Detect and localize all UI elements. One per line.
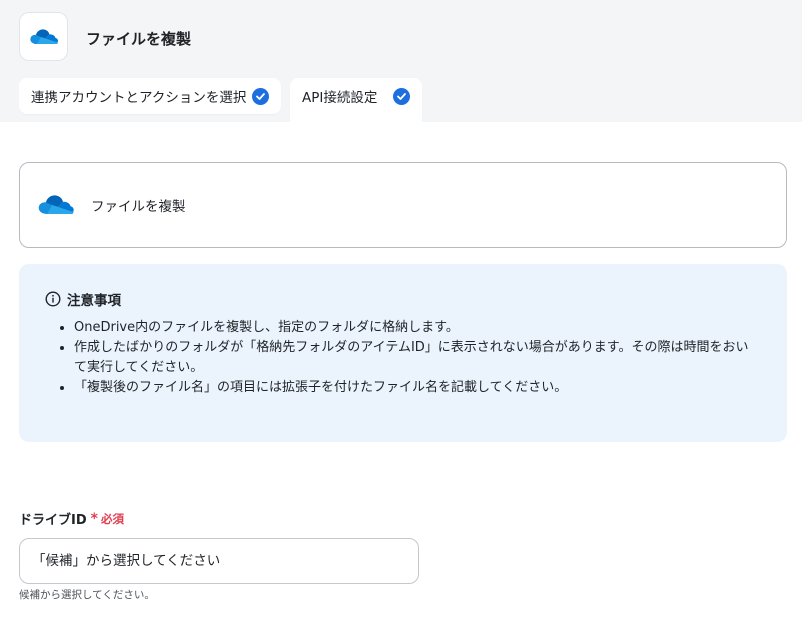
checkmark-icon [252,87,269,105]
notice-header: 注意事項 [45,289,761,309]
tab-label: 連携アカウントとアクションを選択 [31,90,247,106]
onedrive-cloud-icon [36,185,76,225]
drive-id-label: ドライブID * 必須 [19,509,124,529]
tab-label: API接続設定 [302,90,378,106]
info-icon [45,291,61,307]
notice-item: 作成したばかりのフォルダが「格納先フォルダのアイテムID」に表示されない場合があ… [74,338,761,378]
tab-account-action[interactable]: 連携アカウントとアクションを選択 [19,78,281,114]
action-label: ファイルを複製 [91,199,186,215]
drive-id-input[interactable] [19,538,419,584]
tab-api-settings[interactable]: API接続設定 [290,78,422,122]
notice-list: OneDrive内のファイルを複製し、指定のフォルダに格納します。 作成したばか… [45,318,761,398]
header: ファイルを複製 連携アカウントとアクションを選択 API接続設定 [0,0,802,122]
notice-title: 注意事項 [67,293,121,309]
required-badge: 必須 [100,511,124,526]
action-card: ファイルを複製 [19,162,787,248]
notice-box: 注意事項 OneDrive内のファイルを複製し、指定のフォルダに格納します。 作… [19,264,787,442]
app-icon [19,12,68,61]
checkmark-icon [393,87,410,105]
app-title: ファイルを複製 [86,30,192,48]
drive-id-help: 候補から選択してください。 [19,589,155,601]
notice-item: 「複製後のファイル名」の項目には拡張子を付けたファイル名を記載してください。 [74,378,761,398]
required-asterisk: * [90,510,98,527]
field-label-text: ドライブID [19,513,87,528]
onedrive-cloud-icon [29,28,58,44]
notice-item: OneDrive内のファイルを複製し、指定のフォルダに格納します。 [74,318,761,338]
